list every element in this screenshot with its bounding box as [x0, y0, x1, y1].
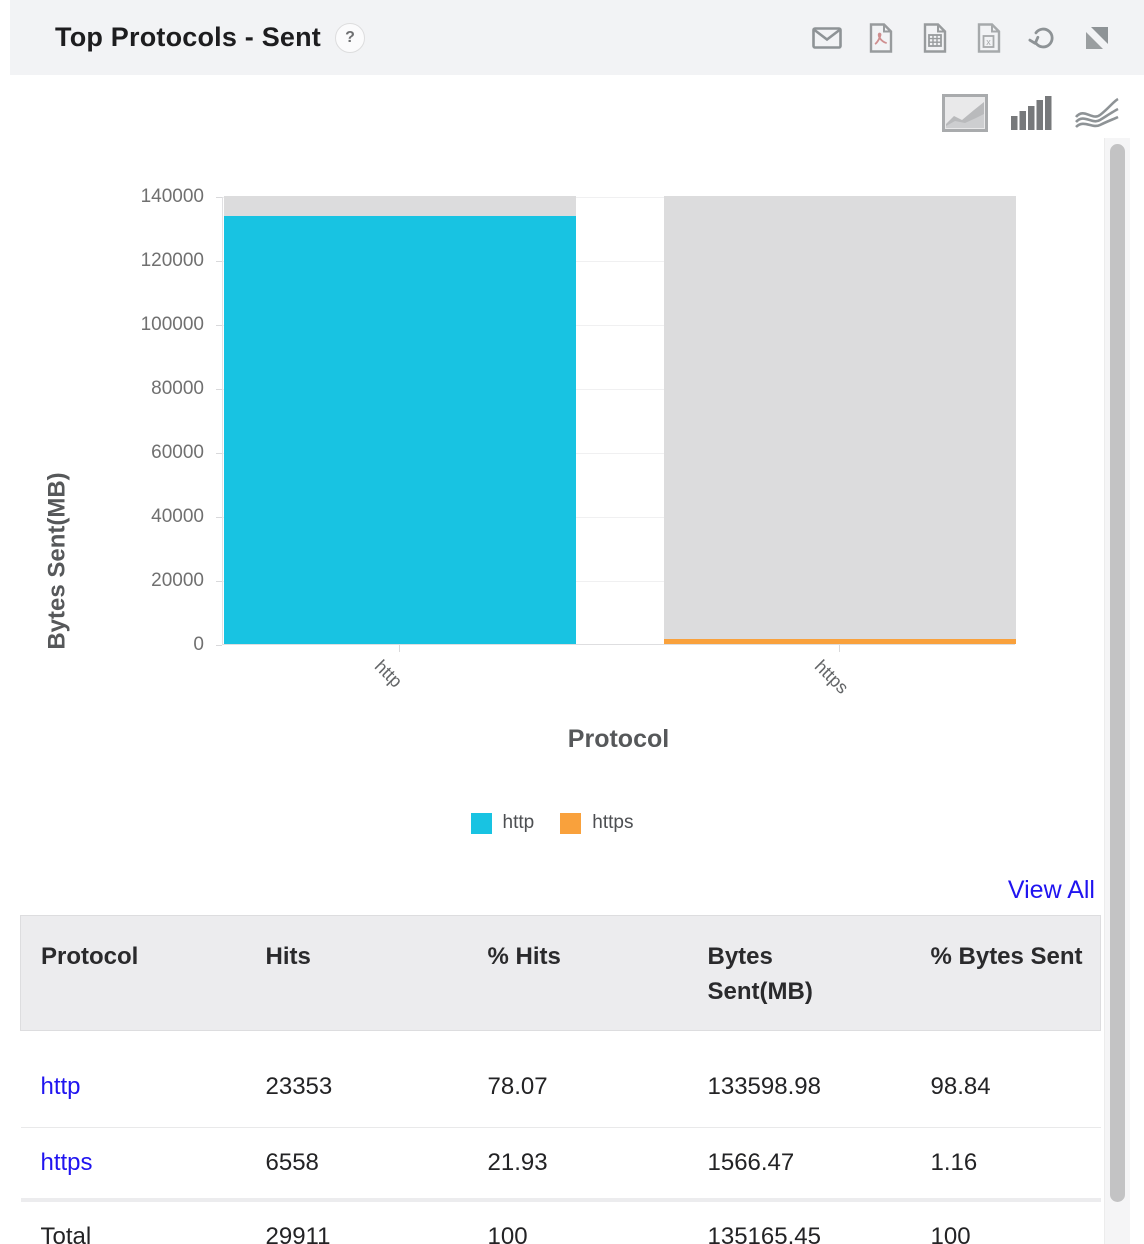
legend-item-https[interactable]: https [560, 812, 633, 834]
cell-http-0: 23353 [246, 1030, 468, 1127]
x-category-label-https: https [810, 656, 852, 698]
protocol-table: ProtocolHits% HitsBytes Sent(MB)% Bytes … [20, 915, 1101, 1244]
table-header: ProtocolHits% HitsBytes Sent(MB)% Bytes … [21, 916, 1101, 1031]
svg-text:x: x [986, 37, 991, 47]
x-tick-mark [839, 645, 840, 652]
legend-label: https [592, 812, 633, 834]
protocol-cell-total: Total [21, 1200, 246, 1244]
view-all-container: View All [0, 876, 1095, 905]
bar-http[interactable] [224, 216, 576, 644]
table-body: http2335378.07133598.9898.84https655821.… [21, 1030, 1101, 1244]
refresh-icon[interactable] [1028, 21, 1058, 55]
x-category-label-http: http [370, 656, 406, 692]
cell-http-1: 78.07 [468, 1030, 688, 1127]
scrollbar-track[interactable] [1104, 138, 1130, 1244]
stream-chart-icon[interactable] [1074, 95, 1120, 131]
cell-https-2: 1566.47 [688, 1127, 911, 1200]
column-header-bytes-sent-mb: Bytes Sent(MB) [688, 916, 911, 1031]
cell-https-1: 21.93 [468, 1127, 688, 1200]
bar-band-https [664, 196, 1016, 644]
y-tick-label: 40000 [54, 506, 204, 528]
y-tick-mark [216, 325, 222, 326]
y-tick-label: 0 [54, 634, 204, 656]
protocol-cell-http[interactable]: http [21, 1030, 246, 1127]
cell-https-0: 6558 [246, 1127, 468, 1200]
table-row-total: Total29911100135165.45100 [21, 1200, 1101, 1244]
bar-https[interactable] [664, 639, 1016, 644]
protocol-cell-https[interactable]: https [21, 1127, 246, 1200]
export-excel-icon[interactable]: x [974, 21, 1004, 55]
cell-total-2: 135165.45 [688, 1200, 911, 1244]
x-axis-title: Protocol [222, 725, 1015, 754]
cell-http-2: 133598.98 [688, 1030, 911, 1127]
help-icon[interactable]: ? [335, 23, 365, 53]
widget-top-protocols-sent: Top Protocols - Sent ? x [0, 0, 1144, 1244]
cell-total-3: 100 [911, 1200, 1101, 1244]
area-chart-icon[interactable] [942, 94, 988, 132]
column-header-bytes-sent: % Bytes Sent [911, 916, 1101, 1031]
y-tick-label: 80000 [54, 378, 204, 400]
protocol-table-wrap: ProtocolHits% HitsBytes Sent(MB)% Bytes … [20, 915, 1100, 1244]
y-tick-mark [216, 389, 222, 390]
x-tick-mark [399, 645, 400, 652]
widget-title: Top Protocols - Sent [55, 22, 321, 53]
cell-total-0: 29911 [246, 1200, 468, 1244]
header-toolbar: x [812, 21, 1112, 55]
chart-legend: http https [0, 812, 1104, 834]
table-row-http: http2335378.07133598.9898.84 [21, 1030, 1101, 1127]
y-tick-label: 120000 [54, 250, 204, 272]
y-tick-mark [216, 453, 222, 454]
y-tick-mark [216, 581, 222, 582]
bar-chart-icon[interactable] [1008, 94, 1054, 132]
y-tick-label: 100000 [54, 314, 204, 336]
y-axis-title: Bytes Sent(MB) [38, 337, 78, 785]
legend-swatch-https [560, 813, 581, 834]
export-csv-icon[interactable] [920, 21, 950, 55]
legend-label: http [503, 812, 535, 834]
legend-swatch-http [471, 813, 492, 834]
y-tick-mark [216, 197, 222, 198]
y-tick-mark [216, 261, 222, 262]
column-header-hits: % Hits [468, 916, 688, 1031]
y-tick-label: 20000 [54, 570, 204, 592]
y-tick-label: 60000 [54, 442, 204, 464]
cell-http-3: 98.84 [911, 1030, 1101, 1127]
legend-item-http[interactable]: http [471, 812, 535, 834]
plot-area [222, 197, 1015, 645]
column-header-hits: Hits [246, 916, 468, 1031]
scrollbar-thumb[interactable] [1110, 144, 1125, 1202]
view-all-link[interactable]: View All [1008, 876, 1095, 904]
y-tick-mark [216, 517, 222, 518]
y-tick-label: 140000 [54, 186, 204, 208]
resize-icon[interactable] [1082, 21, 1112, 55]
export-pdf-icon[interactable] [866, 21, 896, 55]
column-header-protocol: Protocol [21, 916, 246, 1031]
email-icon[interactable] [812, 21, 842, 55]
widget-header: Top Protocols - Sent ? x [10, 0, 1144, 75]
cell-https-3: 1.16 [911, 1127, 1101, 1200]
y-tick-mark [216, 645, 222, 646]
table-row-https: https655821.931566.471.16 [21, 1127, 1101, 1200]
help-label: ? [345, 29, 355, 47]
chart-type-switcher [942, 94, 1120, 132]
cell-total-1: 100 [468, 1200, 688, 1244]
bar-chart: Bytes Sent(MB) 0 20000 40000 60000 80000 1000… [0, 140, 1104, 900]
